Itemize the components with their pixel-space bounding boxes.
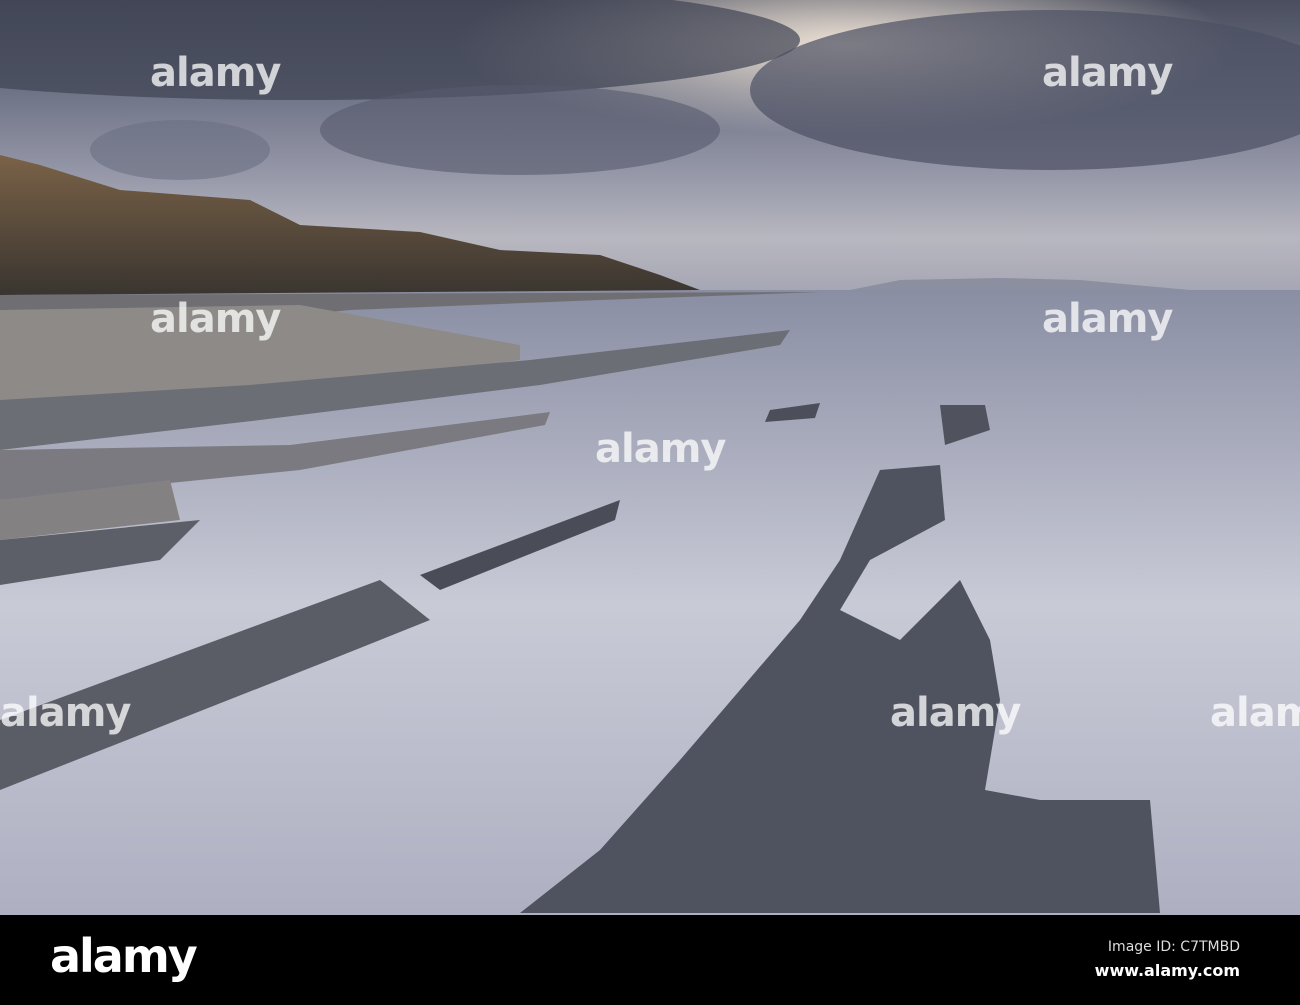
watermark: alamy (150, 50, 281, 96)
alamy-logo: alamy (50, 929, 198, 983)
photo: alamy alamy alamy alamy alamy alamy alam… (0, 0, 1300, 915)
watermark: alamy (150, 296, 281, 342)
site-url: www.alamy.com (1094, 961, 1240, 980)
watermark: alamy (1042, 296, 1173, 342)
watermark: alamy (1210, 690, 1300, 736)
watermark: alamy (595, 426, 726, 472)
watermark: alamy (1042, 50, 1173, 96)
footer-bar: alamy Image ID: C7TMBD www.alamy.com (0, 915, 1300, 1005)
watermark: alamy (890, 690, 1021, 736)
watermark: alamy (0, 690, 131, 736)
image-id: Image ID: C7TMBD (1107, 939, 1240, 955)
